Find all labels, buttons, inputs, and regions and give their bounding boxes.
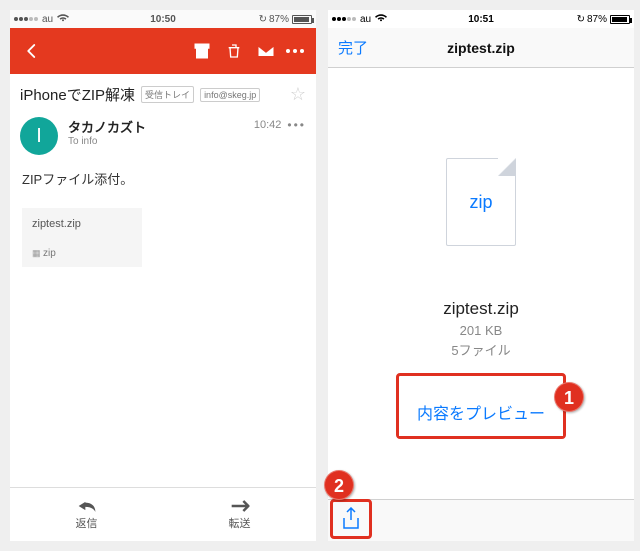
highlight-preview: 内容をプレビュー (396, 373, 566, 439)
doc-type-label: zip (469, 192, 492, 213)
preview-contents-button[interactable]: 内容をプレビュー (399, 388, 563, 436)
annotation-2: 2 (324, 470, 354, 500)
file-size: 201 KB (460, 323, 503, 338)
nav-title: ziptest.zip (328, 40, 634, 56)
battery-icon (610, 15, 630, 24)
label-inbox[interactable]: 受信トレイ (141, 86, 194, 103)
send-time: 10:42 (254, 117, 282, 131)
attachment-type: zip (32, 248, 132, 259)
nav-bar: 完了 ziptest.zip (328, 28, 634, 68)
preview-area: zip ziptest.zip 201 KB 5ファイル 内容をプレビュー 1 (328, 68, 634, 499)
highlight-share (330, 499, 372, 539)
reply-bar: 返信 転送 (10, 487, 316, 541)
gmail-toolbar (10, 28, 316, 74)
to-line: To info (68, 136, 146, 147)
reply-label: 返信 (76, 515, 98, 531)
file-count: 5ファイル (451, 340, 510, 359)
clock: 10:51 (328, 14, 634, 25)
reply-button[interactable]: 返信 (10, 488, 163, 541)
share-button[interactable] (333, 502, 369, 536)
star-button[interactable]: ☆ (290, 84, 306, 105)
attachment-card[interactable]: ziptest.zip zip (22, 208, 142, 267)
annotation-1: 1 (554, 382, 584, 412)
subject-row: iPhoneでZIP解凍 受信トレイ info@skeg.jp ☆ (10, 74, 316, 113)
sender-name: タカノカズト (68, 117, 146, 136)
archive-button[interactable] (186, 35, 218, 67)
more-menu-button[interactable] (286, 49, 304, 53)
forward-label: 転送 (229, 515, 251, 531)
mark-unread-button[interactable] (250, 35, 282, 67)
file-name: ziptest.zip (443, 299, 519, 319)
sender-avatar: I (20, 117, 58, 155)
sender-menu-button[interactable]: ••• (287, 117, 306, 132)
status-bar: au 10:51 ↻ 87% (328, 10, 634, 28)
forward-button[interactable]: 転送 (163, 488, 316, 541)
label-address[interactable]: info@skeg.jp (200, 88, 260, 102)
zip-preview-screen: au 10:51 ↻ 87% 完了 ziptest.zip zip ziptes… (328, 10, 634, 541)
battery-icon (292, 15, 312, 24)
attachment-filename: ziptest.zip (32, 218, 132, 230)
document-icon: zip (446, 158, 516, 246)
status-bar: au 10:50 ↻ 87% (10, 10, 316, 28)
email-body: ZIPファイル添付。 (10, 165, 316, 192)
clock: 10:50 (10, 14, 316, 25)
bottom-toolbar: 2 (328, 499, 634, 541)
delete-button[interactable] (218, 35, 250, 67)
sender-row[interactable]: I タカノカズト To info 10:42 ••• (10, 113, 316, 165)
email-subject: iPhoneでZIP解凍 (20, 84, 135, 105)
gmail-screen: au 10:50 ↻ 87% iPhoneでZIP解凍 受信トレイ info (10, 10, 316, 541)
back-button[interactable] (16, 35, 48, 67)
